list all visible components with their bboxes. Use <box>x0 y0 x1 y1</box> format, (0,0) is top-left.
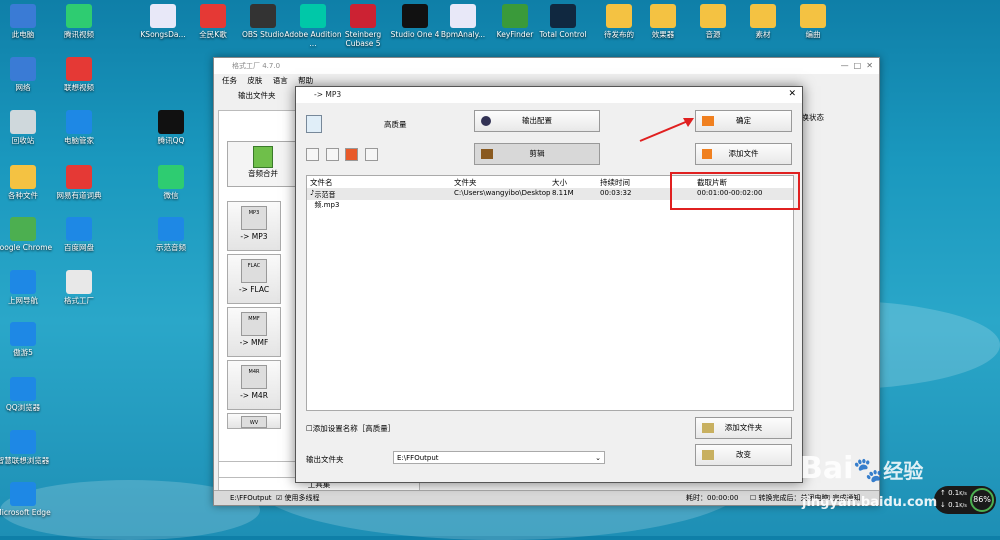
baidu-watermark: Bai🐾经验 <box>800 451 924 486</box>
download-speed: ↓ 0.1K/s <box>940 501 967 509</box>
upload-speed: ↑ 0.1K/s <box>940 489 967 497</box>
paw-icon: 🐾 <box>853 456 884 484</box>
cpu-percent: 86% <box>970 488 994 512</box>
watermark-url: jingyan.baidu.com <box>802 495 938 510</box>
network-monitor[interactable]: ↑ 0.1K/s ↓ 0.1K/s 86% <box>934 486 996 514</box>
